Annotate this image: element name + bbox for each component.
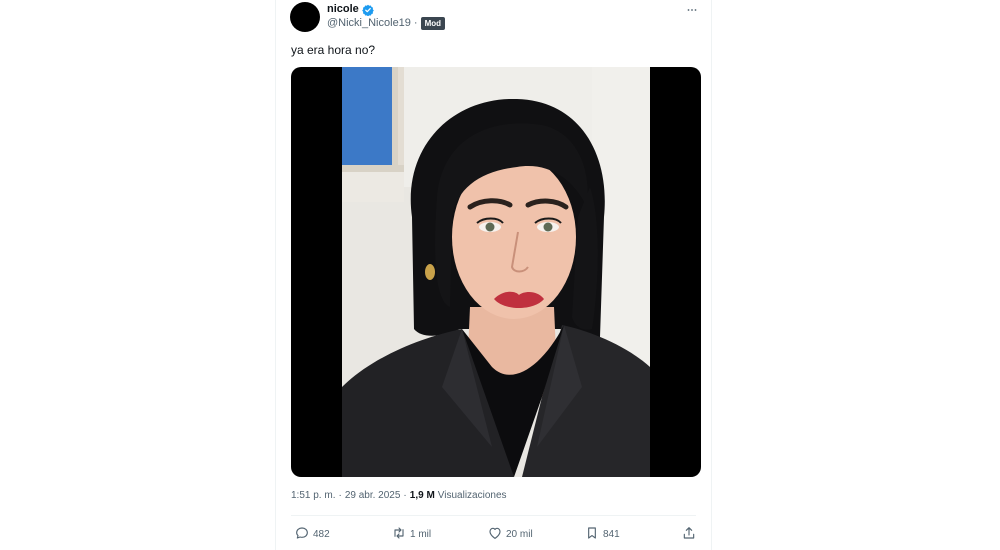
author-name-row: nicole — [327, 2, 374, 17]
tweet-card: nicole @Nicki_Nicole19 · Mod ya era hora… — [275, 0, 712, 550]
like-button[interactable]: 20 mil — [487, 524, 533, 544]
bookmark-icon — [584, 525, 600, 544]
action-bar: 482 1 mil 20 mil 841 — [291, 524, 701, 544]
views-count: 1,9 M — [409, 490, 435, 501]
verified-badge-icon — [361, 3, 374, 17]
bookmark-count: 841 — [603, 528, 620, 540]
meta-separator: · — [338, 490, 342, 501]
avatar[interactable] — [290, 2, 320, 32]
tweet-time[interactable]: 1:51 p. m. — [291, 490, 335, 501]
share-icon — [681, 525, 697, 544]
divider — [291, 515, 696, 516]
display-name[interactable]: nicole — [327, 3, 359, 15]
reply-button[interactable]: 482 — [294, 524, 330, 544]
tweet-meta: 1:51 p. m. · 29 abr. 2025 · 1,9 M Visual… — [291, 490, 507, 501]
meta-separator: · — [403, 490, 407, 501]
tweet-date[interactable]: 29 abr. 2025 — [345, 490, 401, 501]
repost-button[interactable]: 1 mil — [391, 524, 431, 544]
tweet-text: ya era hora no? — [291, 43, 376, 57]
tweet-photo[interactable] — [342, 67, 650, 477]
more-horizontal-icon[interactable] — [685, 3, 699, 15]
like-count: 20 mil — [506, 528, 533, 540]
tweet-media[interactable] — [291, 67, 701, 477]
heart-icon — [487, 525, 503, 544]
mod-badge: Mod — [420, 16, 446, 30]
handle-separator: · — [413, 17, 418, 29]
page: nicole @Nicki_Nicole19 · Mod ya era hora… — [0, 0, 1000, 550]
repost-count: 1 mil — [410, 528, 432, 540]
bookmark-button[interactable]: 841 — [584, 524, 620, 544]
user-handle[interactable]: @Nicki_Nicole19 — [327, 17, 411, 29]
reply-icon — [294, 525, 310, 544]
views-label: Visualizaciones — [437, 490, 507, 501]
repost-icon — [391, 525, 407, 544]
share-button[interactable] — [681, 524, 697, 544]
author-handle-row: @Nicki_Nicole19 · Mod — [327, 16, 446, 30]
reply-count: 482 — [313, 528, 330, 540]
